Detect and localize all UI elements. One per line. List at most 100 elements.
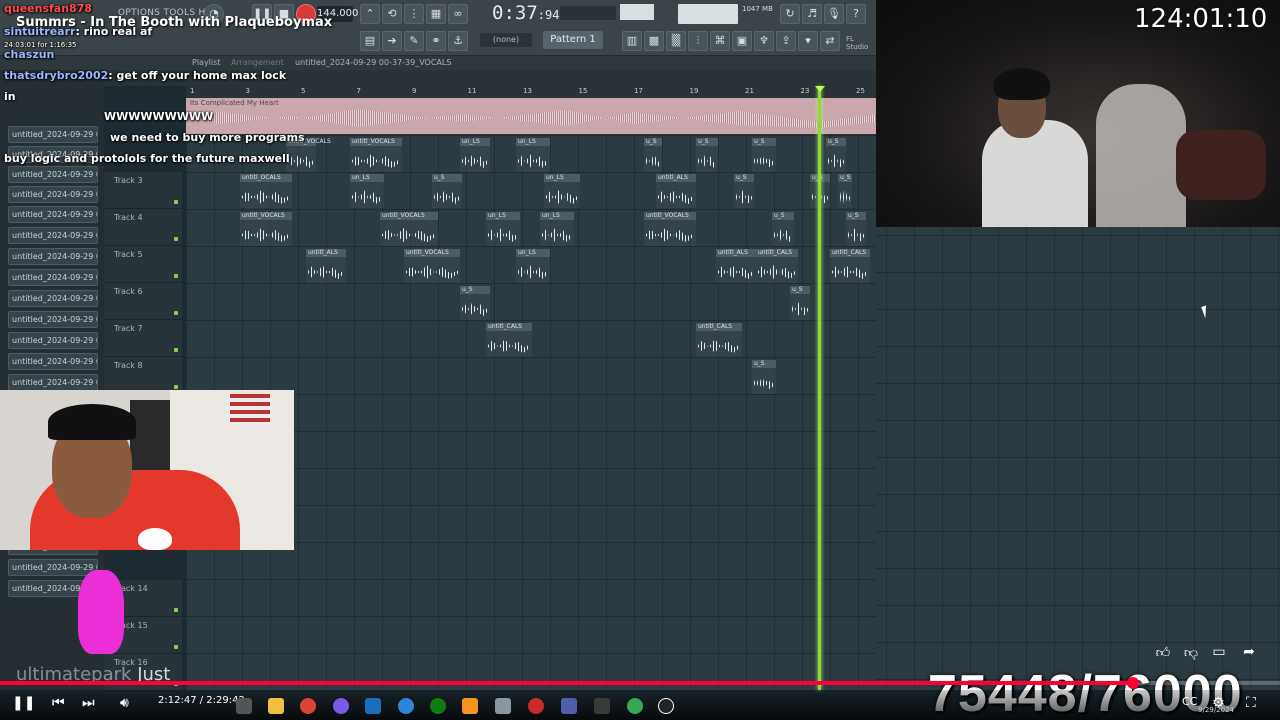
track-led[interactable]: [174, 237, 178, 241]
track-led[interactable]: [174, 385, 178, 389]
track-header[interactable]: Track 6: [104, 283, 182, 320]
audio-clip[interactable]: untitl_CALS: [696, 323, 742, 357]
help-icon[interactable]: ?: [846, 4, 866, 24]
share-icon[interactable]: ➦: [1238, 644, 1260, 664]
pattern-none-select[interactable]: (none): [480, 33, 532, 47]
play-icon[interactable]: [658, 698, 674, 714]
audio-clip[interactable]: untitl_ALS: [716, 249, 756, 283]
previous-icon[interactable]: ⏮︎: [52, 695, 65, 711]
audio-clip[interactable]: u_S: [838, 174, 852, 208]
taskbar-app-icon[interactable]: [236, 698, 252, 714]
picker-item[interactable]: untitled_2024-09-29 00-: [8, 166, 98, 183]
browser-icon[interactable]: ⌘: [710, 31, 730, 51]
pattern-selector[interactable]: Pattern 1: [543, 31, 603, 49]
tempo-display[interactable]: 144.000: [317, 6, 358, 22]
audio-clip[interactable]: untitl_VOCALS: [644, 212, 696, 246]
xbox-icon[interactable]: [430, 698, 446, 714]
audio-clip[interactable]: un_LS: [460, 138, 490, 172]
track-led[interactable]: [174, 348, 178, 352]
audio-clip[interactable]: u_S: [696, 138, 718, 172]
audio-clip[interactable]: u_S: [644, 138, 662, 172]
picker-item[interactable]: untitled_2024-09-29 00-: [8, 269, 98, 286]
audio-clip[interactable]: u_S: [790, 286, 810, 320]
audio-clip[interactable]: un_LS: [516, 138, 550, 172]
volume-icon[interactable]: 🔊︎: [120, 695, 129, 711]
track-header[interactable]: Track 7: [104, 320, 182, 357]
audio-clip[interactable]: untitl_VOCALS: [350, 138, 402, 172]
picker-item[interactable]: untitled_2024-09-29 00-: [8, 126, 98, 143]
picker-item[interactable]: untitled_2024-09-29 00-: [8, 559, 98, 576]
explorer-icon[interactable]: [495, 698, 511, 714]
song-audio-clip[interactable]: Its Complicated My Heart: [186, 98, 876, 134]
chrome-alt-icon[interactable]: [627, 698, 643, 714]
app-icon[interactable]: [561, 698, 577, 714]
record-button[interactable]: [296, 4, 316, 24]
fl-studio-icon[interactable]: [462, 698, 478, 714]
audio-clip[interactable]: un_LS: [540, 212, 574, 246]
track-led[interactable]: [174, 645, 178, 649]
steam-icon[interactable]: [365, 698, 381, 714]
picker-item[interactable]: untitled_2024-09-29 00-: [8, 248, 98, 265]
audio-clip[interactable]: untitl_CALS: [830, 249, 870, 283]
pencil-icon[interactable]: ✎: [404, 31, 424, 51]
picker-item[interactable]: untitled_2024-09-29 00-: [8, 332, 98, 349]
blend-icon[interactable]: ∞: [448, 4, 468, 24]
picker-item[interactable]: untitled_2024-09-29 00-: [8, 146, 98, 163]
step-icon[interactable]: ⋮: [404, 4, 424, 24]
piano-icon[interactable]: ▒: [666, 31, 686, 51]
audio-clip[interactable]: u_S: [826, 138, 846, 172]
loop-icon[interactable]: ⟲: [382, 4, 402, 24]
playlist-grid-extended[interactable]: [876, 227, 1280, 690]
pause-button[interactable]: ❚❚: [252, 4, 272, 24]
audio-clip[interactable]: u_S: [432, 174, 462, 208]
metronome-icon[interactable]: ◔: [204, 4, 224, 24]
mixer-view-icon[interactable]: ⫶: [688, 31, 708, 51]
audio-clip[interactable]: un_LS: [544, 174, 580, 208]
audio-clip[interactable]: un_LS: [486, 212, 520, 246]
audio-clip[interactable]: untitl_VOCALS: [380, 212, 438, 246]
audio-clip[interactable]: u_S: [752, 138, 776, 172]
mixer-icon[interactable]: ♬: [802, 4, 822, 24]
audio-clip[interactable]: un_LS: [516, 249, 550, 283]
fullscreen-icon[interactable]: ⛶: [1246, 695, 1256, 711]
plugin-icon[interactable]: ▣: [732, 31, 752, 51]
track-header[interactable]: Track 3: [104, 172, 182, 209]
audio-clip[interactable]: un_LS: [350, 174, 384, 208]
picker-item[interactable]: untitled_2024-09-29 00-: [8, 374, 98, 391]
timeline-ruler[interactable]: 1 3 5 7 9 11 13 15 17 19 21 23 25: [186, 86, 876, 98]
tempo-tap-icon[interactable]: ♆: [754, 31, 774, 51]
save-icon[interactable]: ▾: [798, 31, 818, 51]
track-header[interactable]: Track 8: [104, 357, 182, 394]
comments-icon[interactable]: ▭: [1208, 644, 1230, 664]
audio-clip[interactable]: u_S: [734, 174, 754, 208]
video-progress[interactable]: [0, 677, 1280, 689]
render-icon[interactable]: ⇪: [776, 31, 796, 51]
dislike-icon[interactable]: 👎︎: [1180, 644, 1202, 664]
window-icon[interactable]: [594, 698, 610, 714]
mic-icon[interactable]: 🎙: [824, 4, 844, 24]
track-led[interactable]: [174, 200, 178, 204]
audio-clip[interactable]: untitl_CALS: [486, 323, 532, 357]
picker-item[interactable]: untitled_2024-09-29 00-: [8, 290, 98, 307]
track-header[interactable]: Track 4: [104, 209, 182, 246]
channel-rack-icon[interactable]: ▩: [644, 31, 664, 51]
like-icon[interactable]: 👍︎: [1152, 644, 1174, 664]
chrome-icon[interactable]: [300, 698, 316, 714]
picker-item[interactable]: untitled_2024-09-29 00-: [8, 186, 98, 203]
captions-icon[interactable]: CC: [1182, 695, 1197, 708]
arrow-icon[interactable]: ➔: [382, 31, 402, 51]
audio-clip[interactable]: untitl_CALS: [756, 249, 798, 283]
pause-icon[interactable]: ❚❚: [12, 695, 35, 711]
audio-clip[interactable]: untitl_VOCALS: [286, 138, 331, 172]
edge-icon[interactable]: [398, 698, 414, 714]
audio-clip[interactable]: untitl_VOCALS: [404, 249, 460, 283]
obs-icon[interactable]: [528, 698, 544, 714]
audio-clip[interactable]: u_S: [752, 360, 776, 394]
audio-clip[interactable]: u_S: [846, 212, 866, 246]
playhead[interactable]: [818, 86, 821, 690]
keyboard-icon[interactable]: ▦: [426, 4, 446, 24]
audio-clip[interactable]: u_S: [460, 286, 490, 320]
playlist-icon[interactable]: ▥: [622, 31, 642, 51]
piano-roll-icon[interactable]: ▤: [360, 31, 380, 51]
playlist-scrollbar[interactable]: [104, 70, 876, 86]
